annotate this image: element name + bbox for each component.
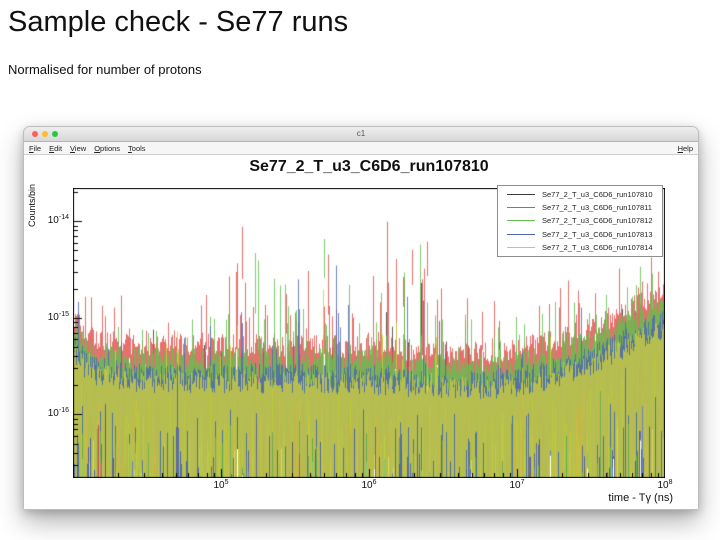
page-title: Sample check - Se77 runs: [8, 6, 349, 38]
legend-label: Se77_2_T_u3_C6D6_run107811: [542, 203, 652, 213]
legend-line-swatch: [507, 220, 535, 222]
legend-entry: Se77_2_T_u3_C6D6_run107813: [498, 230, 662, 239]
close-button-icon[interactable]: [32, 131, 38, 137]
minimize-button-icon[interactable]: [42, 131, 48, 137]
menu-edit[interactable]: Edit: [49, 144, 62, 153]
x-tick-label: 108: [657, 479, 673, 491]
legend-entry: Se77_2_T_u3_C6D6_run107814: [498, 243, 662, 252]
plot-title: Se77_2_T_u3_C6D6_run107810: [249, 158, 489, 175]
legend-line-swatch: [507, 233, 535, 235]
legend-label: Se77_2_T_u3_C6D6_run107810: [542, 190, 653, 200]
page-subtitle: Normalised for number of protons: [8, 62, 202, 77]
legend-line-swatch: [507, 207, 535, 209]
root-canvas-window: c1 File Edit View Options Tools Help Se77_2_…: [23, 126, 699, 510]
menu-options[interactable]: Options: [94, 144, 120, 153]
x-tick-label: 106: [361, 479, 377, 491]
x-tick-label: 107: [509, 479, 525, 491]
zoom-button-icon[interactable]: [52, 131, 58, 137]
legend-entry: Se77_2_T_u3_C6D6_run107810: [498, 190, 662, 199]
y-tick-label: 10-16: [47, 407, 69, 420]
legend-line-swatch: [507, 194, 535, 196]
traffic-light-buttons: [32, 131, 58, 137]
menu-file[interactable]: File: [29, 144, 41, 153]
legend-label: Se77_2_T_u3_C6D6_run107812: [542, 216, 653, 226]
menu-tools[interactable]: Tools: [128, 144, 146, 153]
window-titlebar[interactable]: c1: [24, 127, 698, 142]
legend-entry: Se77_2_T_u3_C6D6_run107811: [498, 203, 662, 212]
menu-help[interactable]: Help: [678, 144, 693, 153]
plot-canvas-area: Se77_2_T_u3_C6D6_run107810 Counts/bin 10…: [24, 155, 698, 509]
menubar: File Edit View Options Tools Help: [24, 142, 698, 155]
legend-label: Se77_2_T_u3_C6D6_run107814: [542, 242, 653, 252]
window-title: c1: [356, 129, 366, 138]
legend: Se77_2_T_u3_C6D6_run107810 Se77_2_T_u3_C6…: [497, 185, 663, 257]
y-tick-label: 10-14: [47, 214, 69, 227]
menu-view[interactable]: View: [70, 144, 86, 153]
legend-line-swatch: [507, 246, 535, 248]
legend-entry: Se77_2_T_u3_C6D6_run107812: [498, 216, 662, 225]
legend-label: Se77_2_T_u3_C6D6_run107813: [542, 229, 653, 239]
menubar-items: File Edit View Options Tools: [29, 144, 146, 153]
x-tick-label: 105: [213, 479, 229, 491]
y-tick-label: 10-15: [47, 310, 69, 323]
x-axis-title: time - Tγ (ns): [608, 492, 673, 504]
